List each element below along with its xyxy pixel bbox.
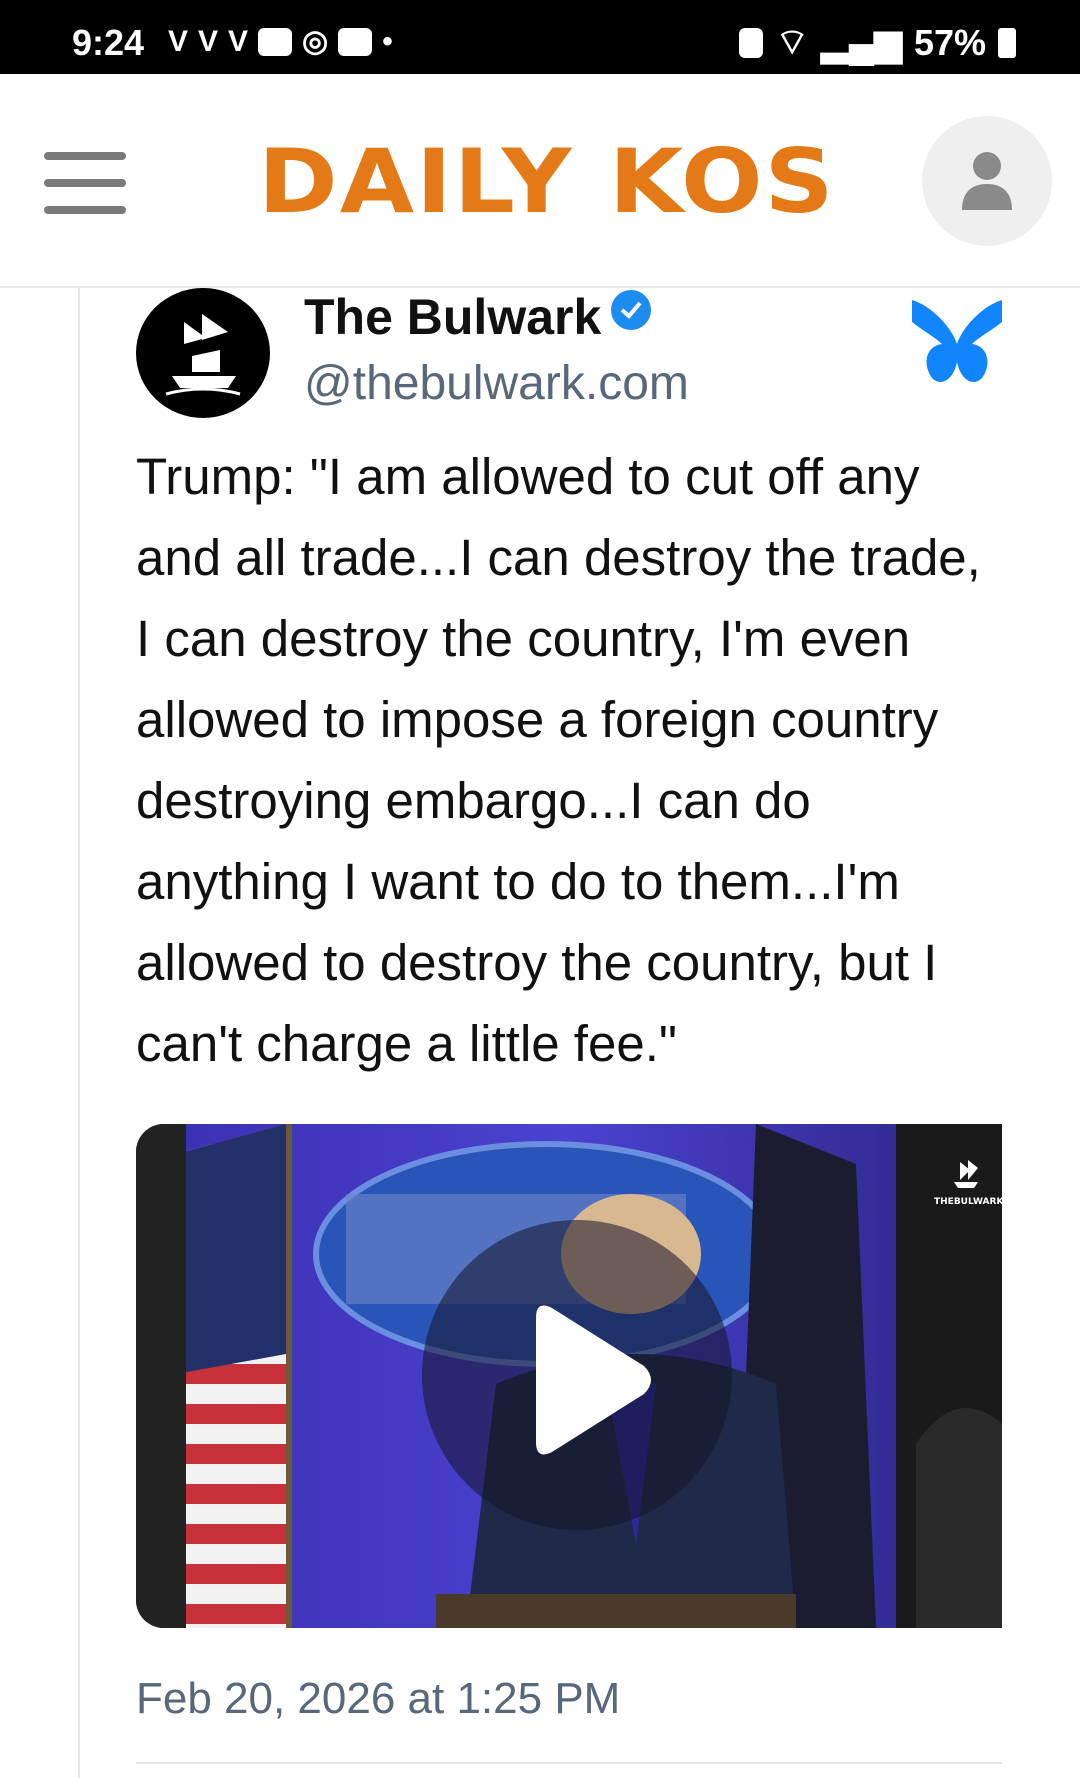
notification-v-icon: V: [168, 24, 189, 58]
post-timestamp[interactable]: Feb 20, 2026 at 1:25 PM: [136, 1674, 620, 1724]
wifi-icon: ⌔: [775, 21, 810, 62]
lock-icon: [739, 27, 764, 58]
ship-logo-icon: [165, 314, 241, 396]
calendar-icon: [338, 27, 373, 56]
site-header: DAILY KOS: [0, 74, 1080, 288]
more-notifications-dot-icon: •: [382, 24, 393, 58]
status-time: 9:24: [72, 22, 145, 63]
bluesky-icon[interactable]: [912, 292, 1002, 392]
content-divider: [78, 288, 80, 1778]
ship-logo-icon: [954, 1160, 978, 1188]
account-button[interactable]: [922, 116, 1052, 246]
notification-v-icon: V: [228, 24, 249, 58]
user-icon: [962, 152, 1012, 210]
notification-icons: V V V ◎ •: [168, 24, 393, 59]
notification-v-icon: V: [198, 24, 219, 58]
signal-icon: ▂▄▆: [821, 21, 902, 63]
post-text: Trump: "I am allowed to cut off any and …: [136, 448, 981, 1072]
video-player[interactable]: THEBULWARK: [136, 1124, 1002, 1628]
author-avatar[interactable]: [136, 288, 270, 418]
video-brand-watermark: THEBULWARK: [934, 1154, 1002, 1207]
verified-badge-icon: [611, 290, 652, 330]
play-icon: [536, 1305, 651, 1455]
alarm-icon: ◎: [302, 25, 329, 58]
author-handle[interactable]: @thebulwark.com: [304, 356, 689, 411]
post-divider: [136, 1762, 1002, 1764]
status-bar: 9:24 V V V ◎ • ⌔ ▂▄▆ 57%: [0, 0, 1080, 74]
play-button[interactable]: [422, 1220, 732, 1530]
author-name[interactable]: The Bulwark: [304, 288, 652, 346]
site-logo[interactable]: DAILY KOS: [258, 130, 836, 233]
battery-level: 57%: [913, 21, 986, 63]
system-icons: ⌔ ▂▄▆ 57%: [739, 20, 1016, 65]
youtube-icon: [258, 27, 293, 56]
battery-icon: [998, 27, 1016, 58]
hamburger-menu-icon[interactable]: [44, 152, 126, 214]
